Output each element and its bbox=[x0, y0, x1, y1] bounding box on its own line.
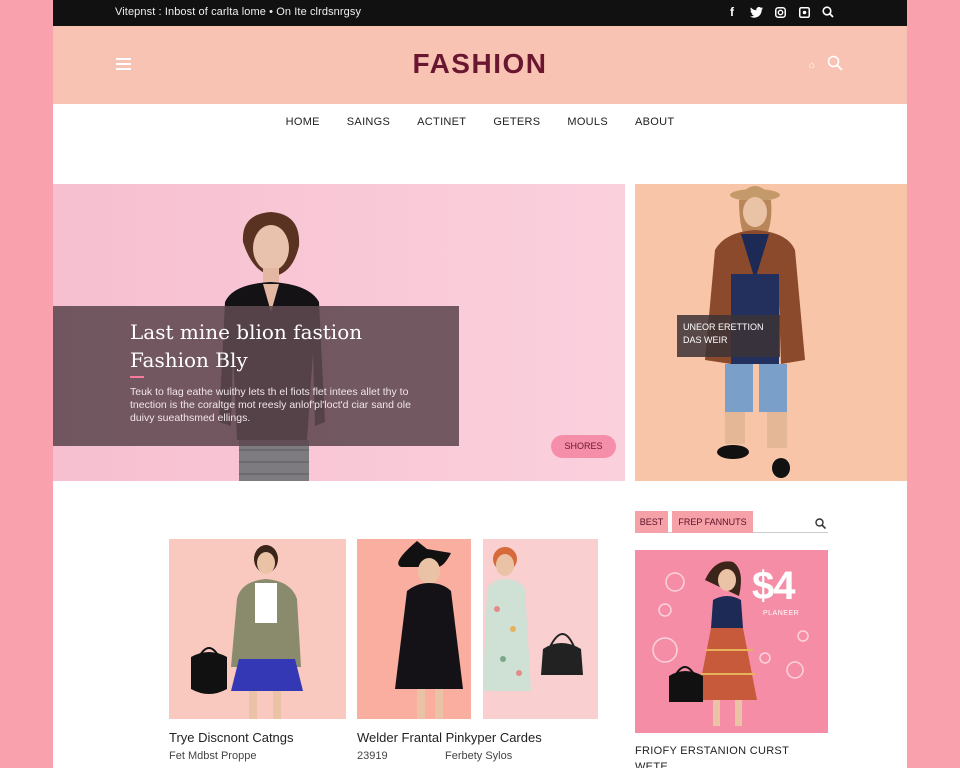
twitter-icon[interactable] bbox=[749, 4, 763, 20]
product-subtitle-2: 23919 bbox=[357, 750, 388, 762]
product-title-2[interactable]: Welder Frantal Pinkyper Cardes bbox=[357, 730, 542, 745]
product-image-3 bbox=[483, 547, 583, 691]
home-icon[interactable]: ⌂ bbox=[809, 60, 815, 71]
pinterest-icon[interactable] bbox=[797, 4, 811, 20]
promo-caption-line1: FRIOFY ERSTANION CURST bbox=[635, 745, 790, 757]
nav-home[interactable]: HOME bbox=[286, 116, 320, 142]
hero-body-text: Teuk to flag eathe wuithy lets th el fio… bbox=[130, 386, 411, 424]
product-card-1[interactable] bbox=[169, 539, 346, 719]
nav-saings[interactable]: SAINGS bbox=[347, 116, 390, 142]
search-icon[interactable] bbox=[815, 516, 827, 534]
hero-shores-button[interactable]: SHORES bbox=[551, 435, 616, 458]
promo-price: $4 bbox=[752, 564, 795, 608]
top-bar: Vitepnst : Inbost of carlta lome • On It… bbox=[53, 0, 907, 26]
hero-title-line2: Fashion Bly bbox=[130, 348, 248, 372]
hero-banner[interactable]: Last mine blion fastion Fashion Bly Teuk… bbox=[53, 184, 625, 481]
facebook-icon[interactable]: f bbox=[725, 4, 739, 20]
nav-geters[interactable]: GETERS bbox=[493, 116, 540, 142]
nav-mouls[interactable]: MOULS bbox=[567, 116, 608, 142]
hero-text-overlay: Last mine blion fastion Fashion Bly Teuk… bbox=[53, 306, 459, 446]
nav-actinet[interactable]: ACTINET bbox=[417, 116, 466, 142]
promo-caption[interactable]: FRIOFY ERSTANION CURST WETE bbox=[635, 743, 789, 768]
product-image-1 bbox=[191, 545, 303, 719]
nav-about[interactable]: ABOUT bbox=[635, 116, 674, 142]
promo-model-image bbox=[652, 561, 809, 726]
side-feature-label: UNEOR ERETTION DAS WEIR bbox=[677, 315, 780, 357]
page-container: Vitepnst : Inbost of carlta lome • On It… bbox=[53, 0, 907, 768]
tab-best[interactable]: BEST bbox=[635, 511, 668, 533]
main-nav: HOME SAINGS ACTINET GETERS MOULS ABOUT bbox=[53, 104, 907, 142]
tab-frep-fannuts[interactable]: FREP FANNUTS bbox=[672, 511, 753, 533]
product-image-2 bbox=[395, 541, 463, 719]
sidebar-tabs: BEST FREP FANNUTS bbox=[635, 511, 828, 533]
instagram-icon[interactable] bbox=[773, 4, 787, 20]
top-promo-text: Vitepnst : Inbost of carlta lome • On It… bbox=[115, 6, 362, 18]
product-card-2[interactable] bbox=[357, 539, 471, 719]
site-logo[interactable]: FASHION bbox=[53, 48, 907, 80]
promo-caption-line2: WETE bbox=[635, 761, 668, 768]
hero-title-line1: Last mine blion fastion bbox=[130, 320, 363, 344]
header-icons: ⌂ bbox=[809, 55, 843, 76]
social-links: f bbox=[725, 4, 835, 20]
product-subtitle-2b: Ferbety Sylos bbox=[445, 750, 513, 762]
product-subtitle-1: Fet Mdbst Proppe bbox=[169, 750, 257, 762]
promo-card[interactable]: $4 PLANEER bbox=[635, 550, 828, 733]
product-title-1[interactable]: Trye Discnont Catngs bbox=[169, 730, 294, 745]
hero-title: Last mine blion fastion Fashion Bly bbox=[130, 318, 362, 374]
search-icon[interactable] bbox=[827, 55, 843, 76]
side-feature-card[interactable]: UNEOR ERETTION DAS WEIR bbox=[635, 184, 907, 481]
promo-small-label: PLANEER bbox=[763, 610, 800, 617]
search-icon[interactable] bbox=[821, 4, 835, 20]
site-header: FASHION ⌂ bbox=[53, 26, 907, 104]
hero-accent-line bbox=[130, 376, 144, 378]
product-card-3[interactable] bbox=[483, 539, 598, 719]
